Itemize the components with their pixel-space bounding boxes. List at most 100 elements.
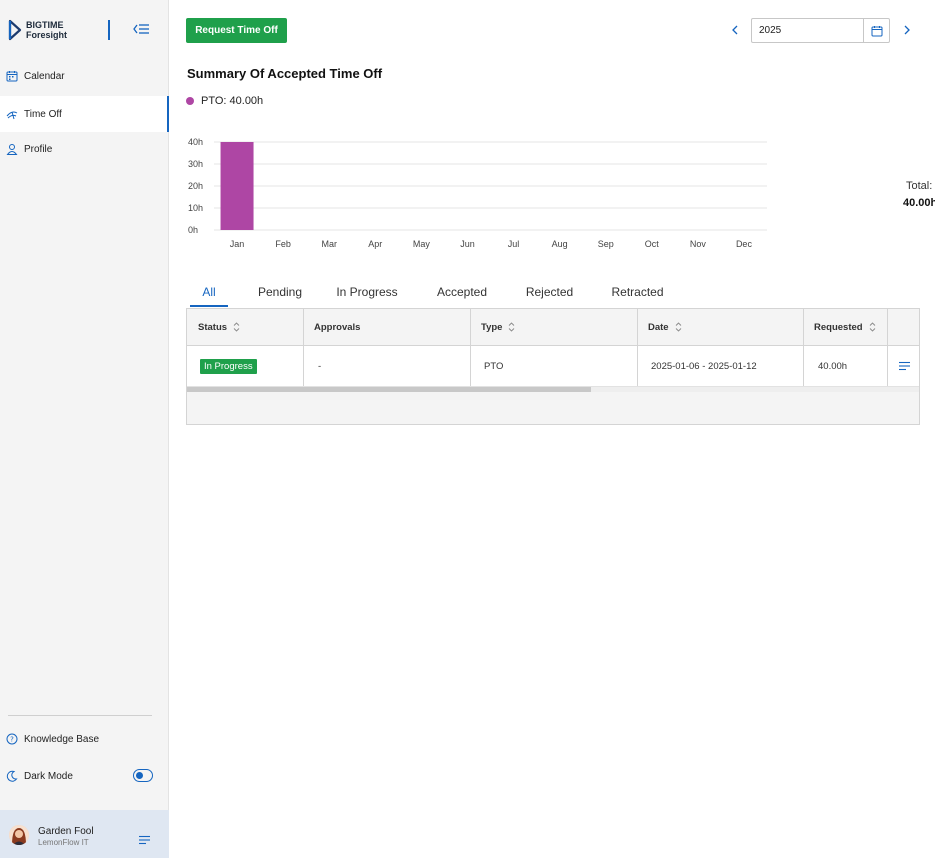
tab-accepted[interactable]: Accepted [406, 280, 518, 307]
cell-date: 2025-01-06 - 2025-01-12 [638, 346, 804, 386]
moon-icon [6, 770, 18, 782]
header-label: Approvals [314, 321, 361, 333]
next-year-button[interactable] [902, 23, 912, 37]
cell-approvals: - [304, 346, 471, 386]
chevron-right-icon [904, 25, 910, 35]
cell-status: In Progress [187, 346, 304, 386]
request-time-off-button[interactable]: Request Time Off [186, 18, 287, 43]
time-off-icon [6, 108, 18, 120]
y-tick-label: 20h [188, 181, 203, 191]
x-tick-label: Apr [368, 239, 382, 249]
y-tick-label: 30h [188, 159, 203, 169]
header-approvals: Approvals [304, 309, 471, 345]
header-label: Requested [814, 321, 863, 333]
bar-jan [220, 142, 254, 230]
tab-rejected[interactable]: Rejected [518, 280, 581, 307]
sidebar-item-label: Profile [24, 143, 53, 155]
x-tick-label: Aug [552, 239, 568, 249]
menu-lines-icon [139, 835, 150, 845]
calendar-icon [6, 70, 18, 82]
help-circle-icon: ? [6, 733, 18, 745]
table-row[interactable]: In Progress - PTO 2025-01-06 - 2025-01-1… [187, 346, 919, 386]
tab-label: Pending [257, 285, 303, 299]
summary-title: Summary Of Accepted Time Off [187, 66, 383, 81]
tab-label: Rejected [525, 285, 574, 299]
sidebar-item-label: Calendar [24, 70, 65, 82]
year-input[interactable] [752, 19, 864, 42]
header-label: Status [198, 321, 228, 333]
x-tick-label: Mar [321, 239, 337, 249]
user-org: LemonFlow IT [38, 838, 89, 847]
x-tick-label: Dec [736, 239, 753, 249]
tab-in-progress[interactable]: In Progress [328, 280, 406, 307]
tab-label: Retracted [611, 285, 664, 299]
year-picker [751, 18, 890, 43]
toggle-knob [135, 771, 143, 779]
total-label: Total: [906, 180, 933, 192]
calendar-icon [871, 25, 882, 36]
tab-retracted[interactable]: Retracted [581, 280, 694, 307]
cell-requested: 40.00h [804, 346, 888, 386]
sort-icon [675, 322, 681, 332]
x-tick-label: Oct [645, 239, 660, 249]
sidebar-divider [8, 715, 152, 716]
x-tick-label: Sep [598, 239, 614, 249]
sidebar-item-label: Knowledge Base [24, 733, 100, 745]
x-tick-label: May [413, 239, 431, 249]
x-tick-label: Nov [690, 239, 707, 249]
user-menu-button[interactable] [139, 832, 150, 845]
scrollbar-thumb[interactable] [187, 387, 591, 392]
y-tick-label: 40h [188, 137, 203, 147]
user-name: Garden Fool [38, 826, 94, 837]
brand-line1: BIGTIME [26, 20, 64, 30]
y-tick-label: 0h [188, 225, 198, 235]
time-off-table: Status Approvals Type Date Requested In … [186, 308, 920, 425]
status-badge: In Progress [200, 358, 257, 374]
chart-legend: PTO: 40.00h [186, 95, 263, 107]
horizontal-scrollbar[interactable] [187, 386, 919, 392]
header-date[interactable]: Date [638, 309, 804, 345]
x-tick-label: Jul [508, 239, 520, 249]
table-header: Status Approvals Type Date Requested [187, 309, 919, 346]
open-calendar-button[interactable] [863, 19, 889, 42]
sidebar-item-profile[interactable]: Profile [0, 131, 169, 167]
user-profile-bar: Garden Fool LemonFlow IT [0, 810, 169, 858]
header-actions [888, 309, 919, 345]
header-label: Type [481, 321, 503, 333]
header-requested[interactable]: Requested [804, 309, 888, 345]
time-off-bar-chart: 0h 10h 20h 30h 40h Jan Feb Mar Apr May Jun Jul Aug Se… [188, 137, 767, 249]
x-tick-label: Jun [460, 239, 475, 249]
brand-logo[interactable]: BIGTIME Foresight [8, 19, 67, 41]
header-status[interactable]: Status [187, 309, 304, 345]
x-tick-label: Feb [275, 239, 291, 249]
header-label: Date [648, 321, 669, 333]
sidebar-item-calendar[interactable]: Calendar [0, 58, 169, 94]
tab-pending[interactable]: Pending [232, 280, 328, 307]
row-details-button[interactable] [888, 346, 919, 386]
total-value: 40.00h [903, 197, 935, 209]
sidebar-item-label: Dark Mode [24, 770, 73, 782]
bigtime-logo-icon [8, 19, 22, 41]
sort-icon [233, 322, 240, 332]
legend-dot [186, 97, 194, 105]
collapse-sidebar-button[interactable] [132, 21, 150, 37]
sidebar: BIGTIME Foresight Calendar Time Off Prof… [0, 0, 169, 858]
tab-all[interactable]: All [186, 280, 232, 307]
sort-icon [869, 322, 875, 332]
avatar[interactable] [9, 825, 29, 845]
collapse-menu-icon [133, 24, 149, 34]
dark-mode-toggle[interactable] [133, 769, 153, 782]
tab-label: In Progress [336, 285, 398, 299]
x-tick-label: Jan [230, 239, 245, 249]
header-type[interactable]: Type [471, 309, 638, 345]
details-lines-icon [899, 361, 910, 371]
legend-label: PTO: 40.00h [201, 95, 264, 107]
sidebar-item-label: Time Off [24, 108, 62, 120]
sidebar-item-time-off[interactable]: Time Off [0, 96, 169, 132]
brand-line2: Foresight [26, 30, 68, 40]
chevron-left-icon [732, 25, 738, 35]
sidebar-item-knowledge-base[interactable]: ? Knowledge Base [0, 721, 169, 757]
logo-divider [108, 20, 110, 40]
previous-year-button[interactable] [730, 23, 740, 37]
sort-icon [509, 322, 515, 332]
